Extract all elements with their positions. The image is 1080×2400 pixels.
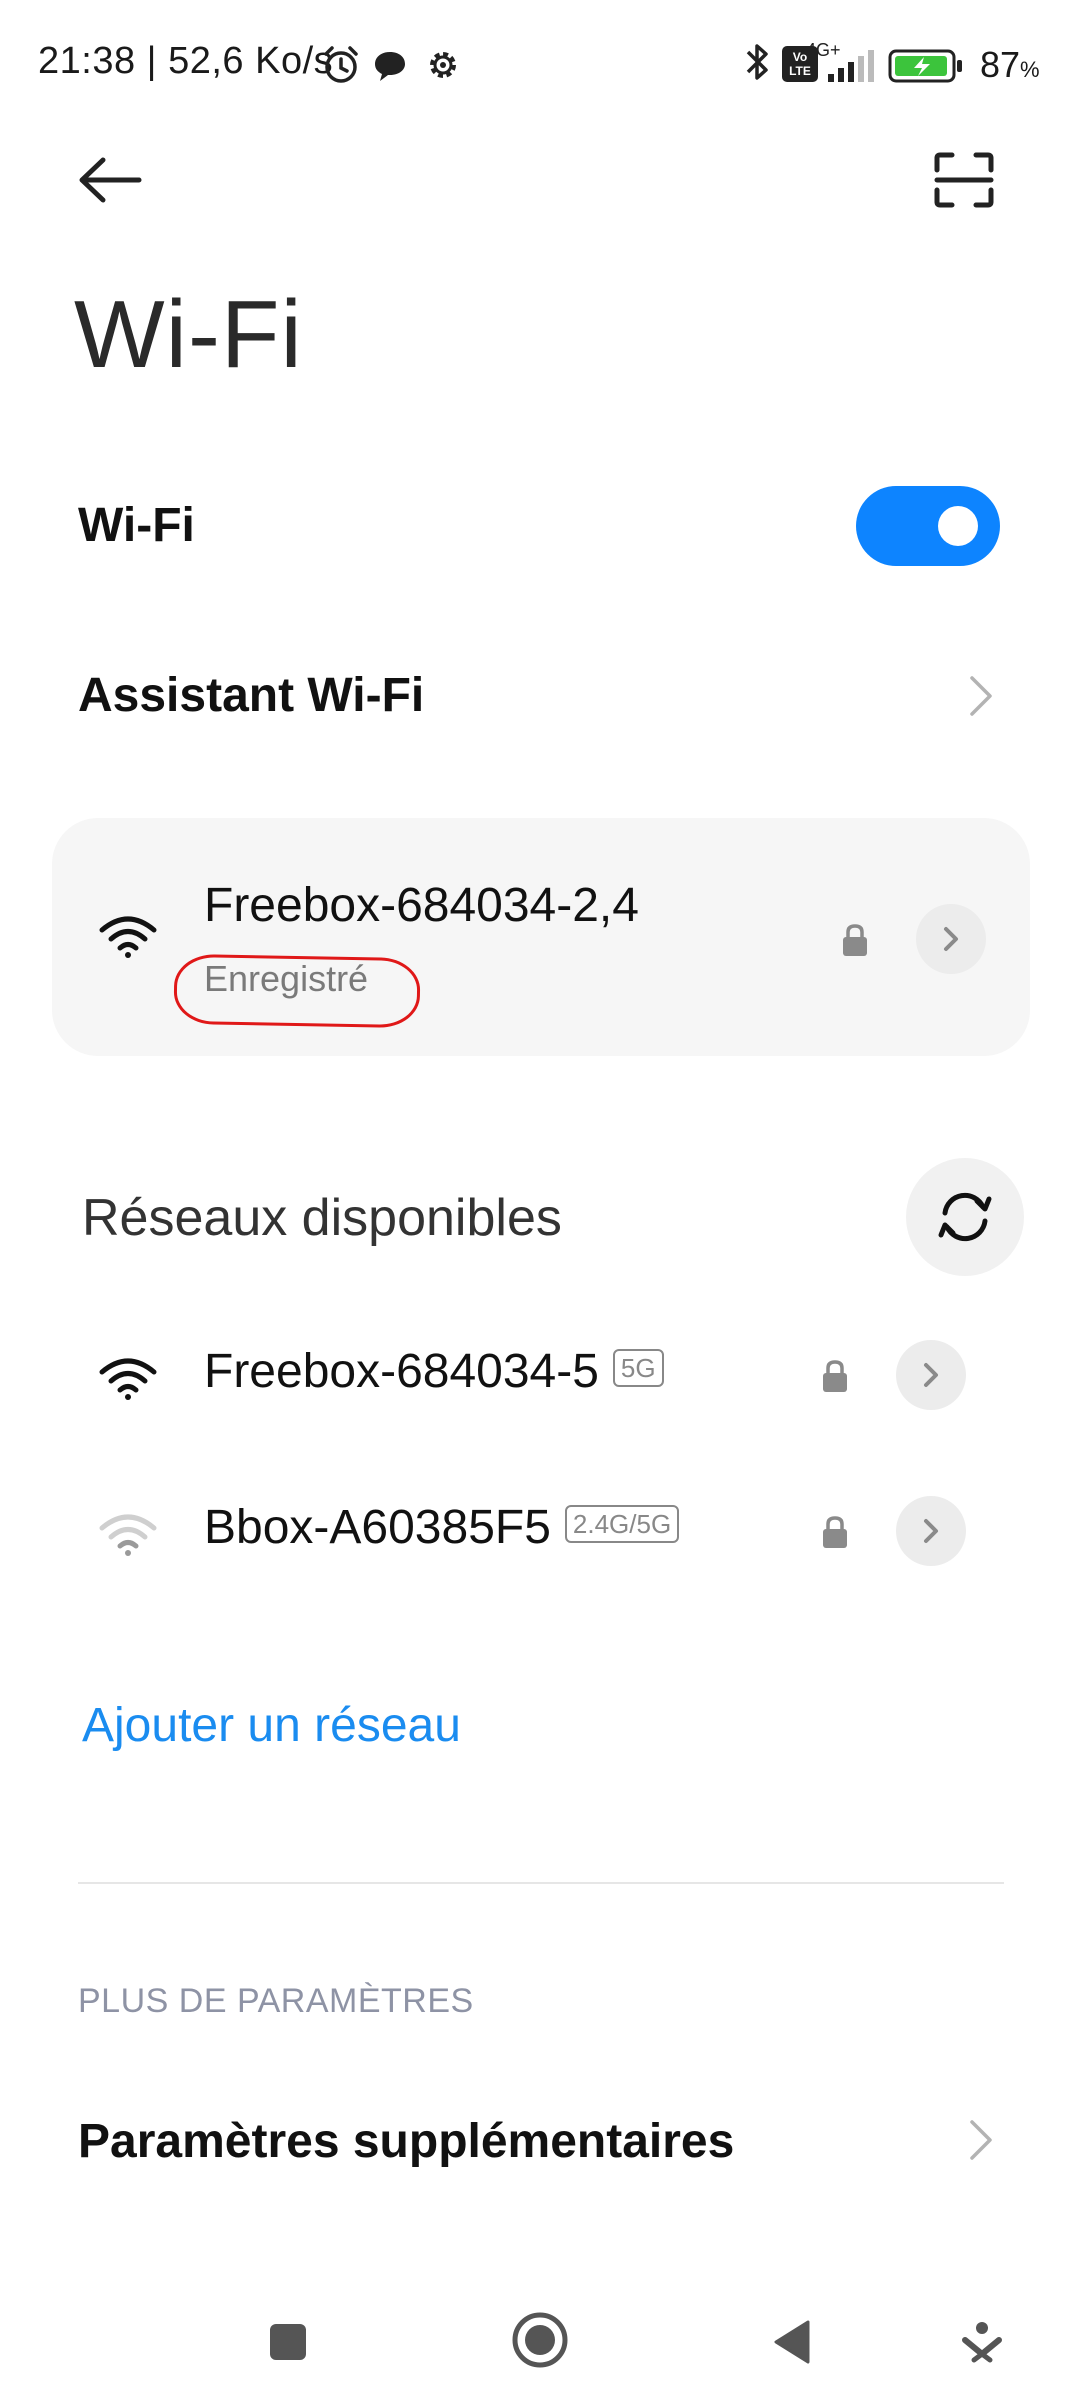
wifi-toggle-label: Wi-Fi (78, 499, 195, 552)
add-network-link[interactable]: Ajouter un réseau (82, 1698, 461, 1753)
lock-icon (843, 924, 867, 956)
network-name-row: Freebox-684034-5 5G (204, 1344, 664, 1399)
gear-icon (430, 52, 456, 78)
network-name: Freebox-684034-5 (204, 1345, 599, 1398)
lock-icon (823, 1516, 847, 1548)
chevron-right-icon (970, 676, 992, 716)
chevron-right-icon (944, 927, 958, 951)
chevron-right-icon (924, 1363, 938, 1387)
network-item[interactable]: Bbox-A60385F5 2.4G/5G (0, 1456, 1080, 1606)
navigation-bar (0, 2280, 1080, 2400)
network-item[interactable]: Freebox-684034-5 5G (0, 1300, 1080, 1450)
battery-value: 87 (980, 44, 1021, 85)
accessibility-icon (962, 2322, 1002, 2363)
refresh-icon (938, 1192, 992, 1242)
battery-percent: 87% (980, 44, 1040, 86)
accessibility-button[interactable] (940, 2300, 1024, 2384)
band-badge: 5G (612, 1349, 664, 1388)
toggle-knob (938, 506, 978, 546)
square-icon (270, 2324, 306, 2360)
scan-qr-button[interactable] (914, 136, 1014, 224)
extra-settings-label: Paramètres supplémentaires (78, 2115, 735, 2168)
back-nav-button[interactable] (750, 2300, 834, 2384)
lock-icon (823, 1360, 847, 1392)
page-title: Wi-Fi (74, 281, 303, 388)
assistant-wifi-label: Assistant Wi-Fi (78, 669, 425, 722)
extra-settings-row[interactable]: Paramètres supplémentaires (0, 2060, 1080, 2220)
network-name-row: Bbox-A60385F5 2.4G/5G (204, 1500, 680, 1555)
saved-network-name: Freebox-684034-2,4 (204, 879, 639, 932)
bluetooth-icon (746, 44, 768, 80)
refresh-button[interactable] (906, 1158, 1024, 1276)
battery-charging-icon (888, 49, 962, 83)
wifi-signal-weak-icon (99, 1514, 157, 1556)
network-details-button[interactable] (896, 1496, 966, 1566)
chevron-right-icon (970, 2120, 992, 2160)
wifi-toggle-switch[interactable] (856, 486, 1000, 566)
alarm-icon (324, 46, 358, 83)
available-networks-heading: Réseaux disponibles (82, 1189, 562, 1247)
status-bar: 21:38 | 52,6 Ko/s Vo LTE 4G+ 87% (0, 0, 1080, 130)
network-details-button[interactable] (896, 1340, 966, 1410)
battery-unit: % (1020, 57, 1040, 82)
home-button[interactable] (498, 2298, 582, 2382)
saved-network-details-button[interactable] (916, 904, 986, 974)
scan-icon (934, 152, 994, 208)
triangle-back-icon (774, 2320, 810, 2364)
chevron-right-icon (924, 1519, 938, 1543)
back-button[interactable] (60, 136, 160, 224)
arrow-left-icon (79, 157, 142, 203)
home-circle-icon (512, 2312, 568, 2368)
status-time-speed: 21:38 | 52,6 Ko/s (38, 40, 334, 82)
chat-bubble-icon (375, 52, 405, 81)
wifi-signal-icon (99, 916, 157, 958)
band-badge: 2.4G/5G (564, 1505, 680, 1544)
cell-signal-icon (828, 50, 874, 82)
recents-button[interactable] (246, 2300, 330, 2384)
wifi-signal-strong-icon (99, 1358, 157, 1400)
divider (78, 1882, 1004, 1884)
network-name: Bbox-A60385F5 (204, 1501, 551, 1554)
assistant-wifi-row[interactable]: Assistant Wi-Fi (0, 612, 1080, 772)
red-circle-annotation (173, 953, 421, 1029)
more-settings-section-label: PLUS DE PARAMÈTRES (78, 1982, 474, 2020)
